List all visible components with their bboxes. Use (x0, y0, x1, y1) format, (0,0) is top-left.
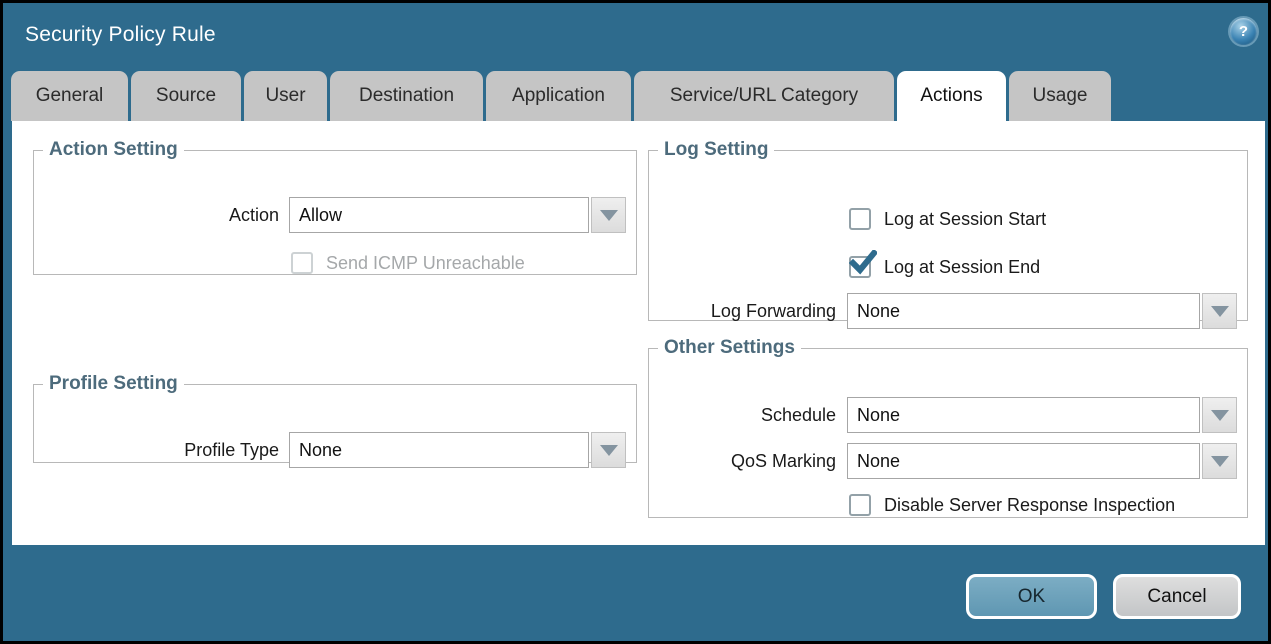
action-combobox (289, 197, 626, 233)
other-settings-legend: Other Settings (658, 337, 801, 359)
profile-setting-fieldset: Profile Setting Profile Type (33, 373, 637, 463)
checkmark-icon (849, 250, 877, 276)
help-glyph: ? (1239, 23, 1248, 40)
profile-setting-legend: Profile Setting (43, 373, 184, 395)
log-forwarding-input[interactable] (847, 293, 1200, 329)
tab-label: Usage (1033, 85, 1088, 107)
tab-service-url-category[interactable]: Service/URL Category (634, 71, 894, 121)
schedule-combobox (847, 397, 1237, 433)
tab-label: Application (512, 85, 605, 107)
tab-actions[interactable]: Actions (897, 71, 1006, 121)
send-icmp-label: Send ICMP Unreachable (326, 253, 525, 274)
schedule-input[interactable] (847, 397, 1200, 433)
help-icon[interactable]: ? (1230, 18, 1257, 45)
tab-label: User (265, 85, 305, 107)
dialog-title: Security Policy Rule (25, 23, 216, 47)
action-input[interactable] (289, 197, 589, 233)
log-forwarding-combobox (847, 293, 1237, 329)
dsri-checkbox[interactable] (849, 494, 871, 516)
tab-source[interactable]: Source (131, 71, 241, 121)
tab-label: Destination (359, 85, 454, 107)
profile-type-label: Profile Type (34, 432, 279, 468)
action-label: Action (34, 197, 279, 233)
log-session-start-label: Log at Session Start (884, 209, 1046, 230)
log-session-start-row: Log at Session Start (849, 207, 1046, 231)
log-forwarding-label: Log Forwarding (649, 293, 836, 329)
profile-type-dropdown-button[interactable] (591, 432, 626, 468)
schedule-dropdown-button[interactable] (1202, 397, 1237, 433)
tab-label: Service/URL Category (670, 85, 858, 107)
dsri-row: Disable Server Response Inspection (849, 493, 1175, 517)
tab-general[interactable]: General (11, 71, 128, 121)
log-session-start-checkbox[interactable] (849, 208, 871, 230)
chevron-down-icon (600, 210, 618, 221)
log-session-end-row: Log at Session End (849, 255, 1040, 279)
send-icmp-checkbox[interactable] (291, 252, 313, 274)
qos-marking-dropdown-button[interactable] (1202, 443, 1237, 479)
chevron-down-icon (600, 445, 618, 456)
titlebar: Security Policy Rule ? (3, 3, 1268, 65)
log-forwarding-dropdown-button[interactable] (1202, 293, 1237, 329)
ok-button[interactable]: OK (966, 574, 1097, 619)
tab-strip: General Source User Destination Applicat… (11, 71, 1111, 121)
action-dropdown-button[interactable] (591, 197, 626, 233)
security-policy-rule-dialog: Security Policy Rule ? General Source Us… (0, 0, 1271, 644)
profile-type-combobox (289, 432, 626, 468)
chevron-down-icon (1211, 456, 1229, 467)
tab-label: Actions (920, 85, 982, 107)
cancel-button[interactable]: Cancel (1113, 574, 1241, 619)
action-setting-legend: Action Setting (43, 139, 184, 161)
log-setting-legend: Log Setting (658, 139, 774, 161)
tab-destination[interactable]: Destination (330, 71, 483, 121)
tab-label: Source (156, 85, 216, 107)
schedule-label: Schedule (649, 397, 836, 433)
chevron-down-icon (1211, 410, 1229, 421)
tab-usage[interactable]: Usage (1009, 71, 1111, 121)
content-panel: Action Setting Action Send ICMP Unreacha… (12, 121, 1265, 545)
chevron-down-icon (1211, 306, 1229, 317)
tab-label: General (36, 85, 104, 107)
log-setting-fieldset: Log Setting Log at Session Start Log at … (648, 139, 1248, 321)
action-setting-fieldset: Action Setting Action Send ICMP Unreacha… (33, 139, 637, 275)
tab-user[interactable]: User (244, 71, 327, 121)
log-session-end-checkbox[interactable] (849, 256, 871, 278)
qos-marking-combobox (847, 443, 1237, 479)
log-session-end-label: Log at Session End (884, 257, 1040, 278)
qos-marking-label: QoS Marking (649, 443, 836, 479)
qos-marking-input[interactable] (847, 443, 1200, 479)
dsri-label: Disable Server Response Inspection (884, 495, 1175, 516)
send-icmp-row: Send ICMP Unreachable (291, 251, 525, 275)
other-settings-fieldset: Other Settings Schedule QoS Marking Disa (648, 337, 1248, 518)
tab-application[interactable]: Application (486, 71, 631, 121)
profile-type-input[interactable] (289, 432, 589, 468)
